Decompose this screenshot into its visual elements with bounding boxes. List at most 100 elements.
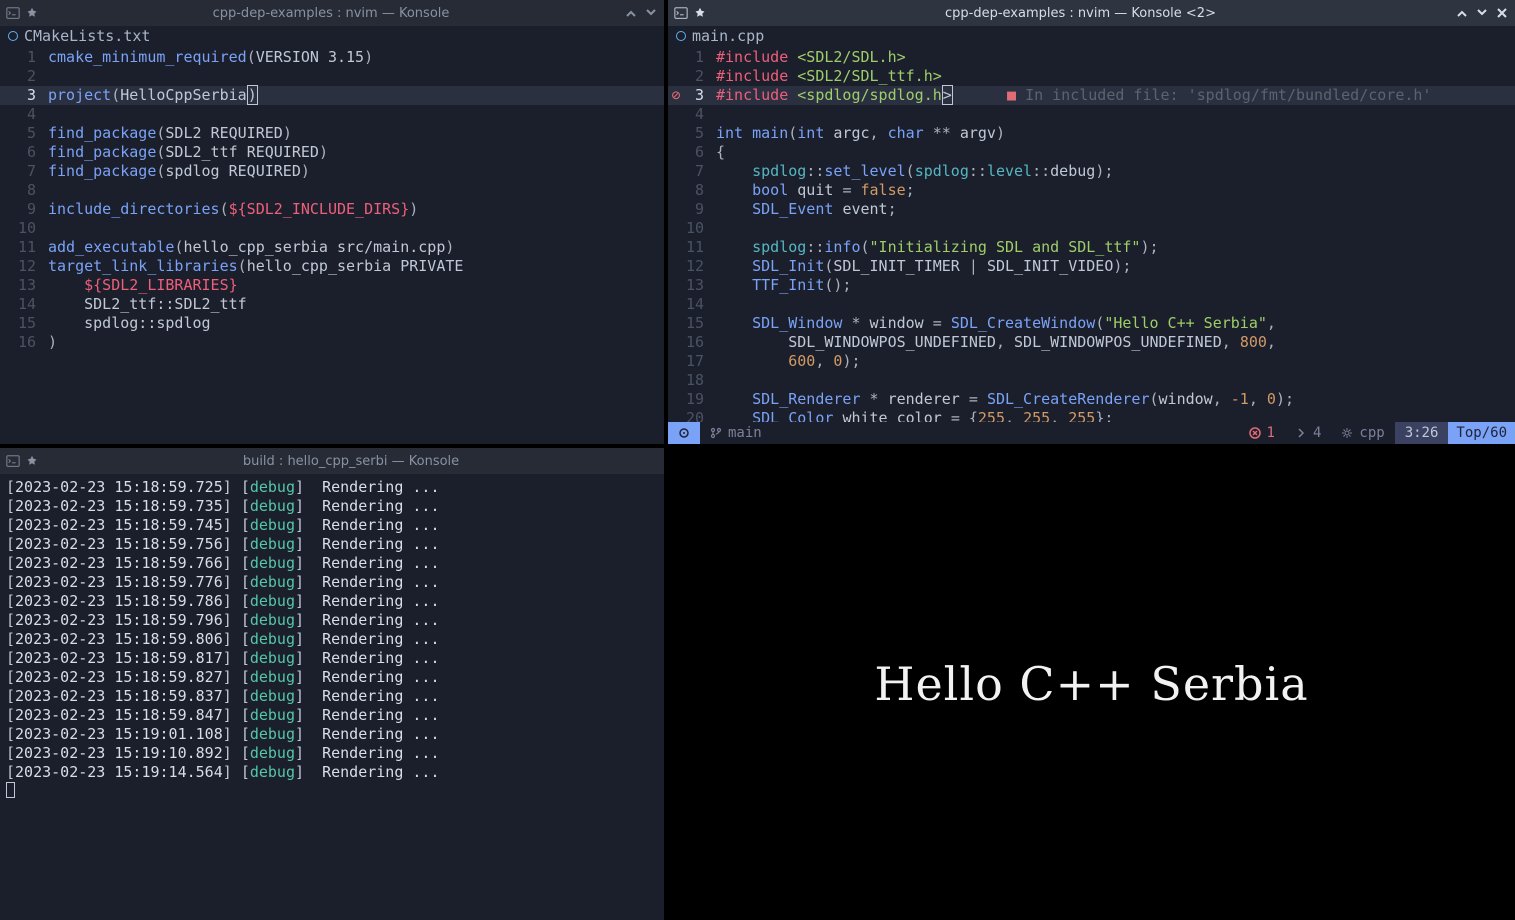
close-button[interactable] [1495,6,1509,20]
code-line[interactable]: 10 [0,219,664,238]
code-line[interactable]: 3project(HelloCppSerbia) [0,86,664,105]
maximize-button[interactable] [644,6,658,20]
titlebar-right[interactable]: cpp-dep-examples : nvim — Konsole <2> [668,0,1515,26]
code-text[interactable] [48,219,664,238]
editor-pane-left: cpp-dep-examples : nvim — Konsole CMakeL… [0,0,664,444]
code-text[interactable]: SDL2_ttf::SDL2_ttf [48,295,664,314]
code-text[interactable] [48,67,664,86]
code-text[interactable]: TTF_Init(); [716,276,1515,295]
code-text[interactable]: ) [48,333,664,352]
code-text[interactable] [716,371,1515,390]
titlebar-log[interactable]: build : hello_cpp_serbi — Konsole [0,448,664,474]
tab-name[interactable]: main.cpp [692,27,764,45]
code-line[interactable]: 4 [668,105,1515,124]
pin-icon[interactable] [694,7,706,19]
code-line[interactable]: 17 600, 0); [668,352,1515,371]
error-gutter-icon [668,314,684,333]
code-text[interactable] [716,219,1515,238]
code-line[interactable]: 13 TTF_Init(); [668,276,1515,295]
tab-name[interactable]: CMakeLists.txt [24,27,150,45]
code-text[interactable]: spdlog::spdlog [48,314,664,333]
code-line[interactable]: 2 [0,67,664,86]
pin-icon[interactable] [26,7,38,19]
code-line[interactable]: 11 spdlog::info("Initializing SDL and SD… [668,238,1515,257]
code-line[interactable]: 1#include <SDL2/SDL.h> [668,48,1515,67]
code-area-left[interactable]: 1cmake_minimum_required(VERSION 3.15)23p… [0,46,664,444]
status-hints[interactable]: 4 [1285,422,1331,444]
code-text[interactable] [48,105,664,124]
log-output[interactable]: [2023-02-23 15:18:59.725] [debug] Render… [0,474,664,920]
code-line[interactable]: 13 ${SDL2_LIBRARIES} [0,276,664,295]
code-line[interactable]: ⊘3#include <spdlog/spdlog.h> ■ In includ… [668,86,1515,105]
code-line[interactable]: 18 [668,371,1515,390]
code-area-right[interactable]: 1#include <SDL2/SDL.h>2#include <SDL2/SD… [668,46,1515,422]
code-line[interactable]: 9 SDL_Event event; [668,200,1515,219]
code-line[interactable]: 14 SDL2_ttf::SDL2_ttf [0,295,664,314]
minimize-button[interactable] [624,6,638,20]
code-text[interactable]: cmake_minimum_required(VERSION 3.15) [48,48,664,67]
code-text[interactable]: SDL_Window * window = SDL_CreateWindow("… [716,314,1515,333]
code-text[interactable] [716,105,1515,124]
code-text[interactable]: SDL_Renderer * renderer = SDL_CreateRend… [716,390,1515,409]
code-line[interactable]: 16) [0,333,664,352]
code-line[interactable]: 6find_package(SDL2_ttf REQUIRED) [0,143,664,162]
code-text[interactable]: project(HelloCppSerbia) [48,86,664,105]
code-text[interactable]: #include <spdlog/spdlog.h> ■ In included… [716,86,1515,105]
app-output-window[interactable]: Hello C++ Serbia [668,448,1515,920]
code-line[interactable]: 12target_link_libraries(hello_cpp_serbia… [0,257,664,276]
code-text[interactable]: SDL_Color white_color = {255, 255, 255}; [716,409,1515,422]
code-line[interactable]: 2#include <SDL2/SDL_ttf.h> [668,67,1515,86]
code-text[interactable]: spdlog::set_level(spdlog::level::debug); [716,162,1515,181]
code-line[interactable]: 8 [0,181,664,200]
maximize-button[interactable] [1475,6,1489,20]
code-text[interactable]: SDL_WINDOWPOS_UNDEFINED, SDL_WINDOWPOS_U… [716,333,1515,352]
error-gutter-icon [668,219,684,238]
code-text[interactable]: { [716,143,1515,162]
code-line[interactable]: 19 SDL_Renderer * renderer = SDL_CreateR… [668,390,1515,409]
code-line[interactable]: 14 [668,295,1515,314]
code-line[interactable]: 7 spdlog::set_level(spdlog::level::debug… [668,162,1515,181]
code-line[interactable]: 7find_package(spdlog REQUIRED) [0,162,664,181]
code-line[interactable]: 10 [668,219,1515,238]
code-line[interactable]: 11add_executable(hello_cpp_serbia src/ma… [0,238,664,257]
code-text[interactable]: add_executable(hello_cpp_serbia src/main… [48,238,664,257]
status-bar: main 1 4 cpp 3:26 Top/60 [668,422,1515,444]
status-errors[interactable]: 1 [1239,422,1285,444]
minimize-button[interactable] [1455,6,1469,20]
code-line[interactable]: 16 SDL_WINDOWPOS_UNDEFINED, SDL_WINDOWPO… [668,333,1515,352]
code-line[interactable]: 12 SDL_Init(SDL_INIT_TIMER | SDL_INIT_VI… [668,257,1515,276]
code-text[interactable]: find_package(SDL2 REQUIRED) [48,124,664,143]
code-text[interactable]: SDL_Init(SDL_INIT_TIMER | SDL_INIT_VIDEO… [716,257,1515,276]
code-text[interactable]: #include <SDL2/SDL.h> [716,48,1515,67]
titlebar-left[interactable]: cpp-dep-examples : nvim — Konsole [0,0,664,26]
code-text[interactable]: spdlog::info("Initializing SDL and SDL_t… [716,238,1515,257]
code-line[interactable]: 20 SDL_Color white_color = {255, 255, 25… [668,409,1515,422]
code-text[interactable]: int main(int argc, char ** argv) [716,124,1515,143]
code-line[interactable]: 5int main(int argc, char ** argv) [668,124,1515,143]
code-text[interactable]: #include <SDL2/SDL_ttf.h> [716,67,1515,86]
code-line[interactable]: 5find_package(SDL2 REQUIRED) [0,124,664,143]
pin-icon[interactable] [26,455,38,467]
code-line[interactable]: 6{ [668,143,1515,162]
code-text[interactable]: bool quit = false; [716,181,1515,200]
code-text[interactable]: find_package(SDL2_ttf REQUIRED) [48,143,664,162]
code-line[interactable]: 15 SDL_Window * window = SDL_CreateWindo… [668,314,1515,333]
error-gutter-icon [668,162,684,181]
gutter-line-number: 17 [684,352,716,371]
gutter-line-number: 7 [684,162,716,181]
code-text[interactable]: include_directories(${SDL2_INCLUDE_DIRS}… [48,200,664,219]
code-text[interactable]: ${SDL2_LIBRARIES} [48,276,664,295]
code-line[interactable]: 1cmake_minimum_required(VERSION 3.15) [0,48,664,67]
code-text[interactable]: target_link_libraries(hello_cpp_serbia P… [48,257,664,276]
code-text[interactable]: SDL_Event event; [716,200,1515,219]
error-gutter-icon [668,48,684,67]
code-line[interactable]: 4 [0,105,664,124]
code-line[interactable]: 8 bool quit = false; [668,181,1515,200]
code-text[interactable]: find_package(spdlog REQUIRED) [48,162,664,181]
code-line[interactable]: 9include_directories(${SDL2_INCLUDE_DIRS… [0,200,664,219]
code-line[interactable]: 15 spdlog::spdlog [0,314,664,333]
code-text[interactable]: 600, 0); [716,352,1515,371]
tab-modified-icon [676,31,686,41]
code-text[interactable] [716,295,1515,314]
code-text[interactable] [48,181,664,200]
